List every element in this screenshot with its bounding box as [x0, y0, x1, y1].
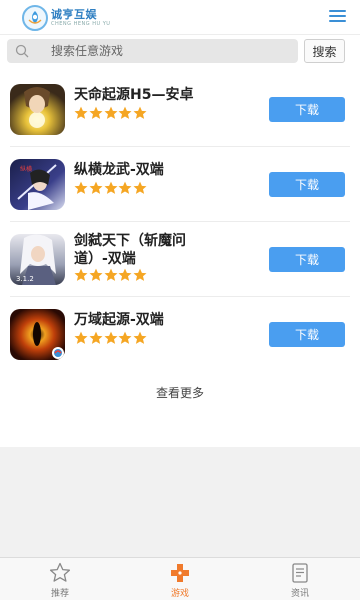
star-icon — [74, 106, 88, 119]
bottom-nav: 推荐 游戏 资讯 — [0, 557, 360, 600]
search-bar: 搜索 — [0, 35, 360, 69]
logo-title: 诚亨互娱 — [51, 8, 97, 21]
logo-mark-icon — [22, 5, 48, 31]
rating-stars — [74, 181, 148, 195]
logo-subtitle: CHENG HENG HU YU — [51, 21, 111, 27]
star-icon — [118, 331, 132, 344]
menu-icon[interactable] — [329, 10, 346, 24]
download-button[interactable]: 下载 — [269, 247, 345, 272]
search-input[interactable] — [51, 39, 291, 63]
see-more-link[interactable]: 查看更多 — [0, 384, 360, 401]
star-icon — [133, 268, 147, 281]
search-box[interactable] — [7, 39, 298, 63]
game-title[interactable]: 纵横龙武-双端 — [74, 161, 204, 179]
gamepad-icon — [171, 564, 189, 582]
star-icon — [74, 181, 88, 194]
star-icon — [118, 181, 132, 194]
star-icon — [104, 331, 118, 344]
header: 诚亨互娱 CHENG HENG HU YU — [0, 0, 360, 35]
star-icon — [74, 331, 88, 344]
search-button[interactable]: 搜索 — [304, 39, 345, 63]
star-icon — [89, 268, 103, 281]
news-icon — [292, 563, 308, 583]
list-item[interactable]: 3.1.2 剑弑天下（斩魔问道）-双端 下载 — [10, 222, 350, 297]
logo-text: 诚亨互娱 CHENG HENG HU YU — [51, 9, 110, 27]
game-title[interactable]: 万域起源-双端 — [74, 311, 204, 329]
game-icon-zongheng[interactable]: 纵横 — [10, 159, 65, 210]
star-icon — [133, 106, 147, 119]
svg-text:3.1.2: 3.1.2 — [16, 275, 34, 283]
search-icon — [15, 44, 29, 58]
download-button[interactable]: 下载 — [269, 172, 345, 197]
list-item[interactable]: 纵横 纵横龙武-双端 下载 — [10, 147, 350, 222]
nav-label: 推荐 — [50, 589, 69, 599]
game-icon-wanyu[interactable] — [10, 309, 65, 360]
star-icon — [133, 331, 147, 344]
star-icon — [118, 106, 132, 119]
star-outline-icon — [49, 562, 71, 582]
list-item[interactable]: 天命起源H5—安卓 下载 — [10, 72, 350, 147]
nav-label: 资讯 — [290, 589, 309, 599]
star-icon — [74, 268, 88, 281]
game-list: 天命起源H5—安卓 下载 纵横 纵横龙武-双端 下载 3.1.2 剑弑天下（斩魔… — [0, 72, 360, 372]
nav-label: 游戏 — [170, 589, 189, 599]
rating-stars — [74, 331, 148, 345]
download-button[interactable]: 下载 — [269, 97, 345, 122]
game-title[interactable]: 剑弑天下（斩魔问道）-双端 — [74, 232, 204, 268]
nav-item-recommend[interactable]: 推荐 — [0, 558, 120, 600]
star-icon — [89, 181, 103, 194]
rating-stars — [74, 106, 148, 120]
nav-item-games[interactable]: 游戏 — [120, 558, 240, 600]
star-icon — [89, 106, 103, 119]
star-icon — [89, 331, 103, 344]
game-icon-tianming[interactable] — [10, 84, 65, 135]
logo[interactable]: 诚亨互娱 CHENG HENG HU YU — [22, 4, 110, 32]
footer-spacer — [0, 447, 360, 557]
game-title[interactable]: 天命起源H5—安卓 — [74, 86, 204, 104]
star-icon — [104, 268, 118, 281]
rating-stars — [74, 268, 148, 282]
svg-text:纵横: 纵横 — [20, 165, 32, 173]
star-icon — [133, 181, 147, 194]
list-item[interactable]: 万域起源-双端 下载 — [10, 297, 350, 372]
nav-item-news[interactable]: 资讯 — [240, 558, 360, 600]
star-icon — [118, 268, 132, 281]
game-icon-jianshi[interactable]: 3.1.2 — [10, 234, 65, 285]
star-icon — [104, 106, 118, 119]
download-button[interactable]: 下载 — [269, 322, 345, 347]
star-icon — [104, 181, 118, 194]
